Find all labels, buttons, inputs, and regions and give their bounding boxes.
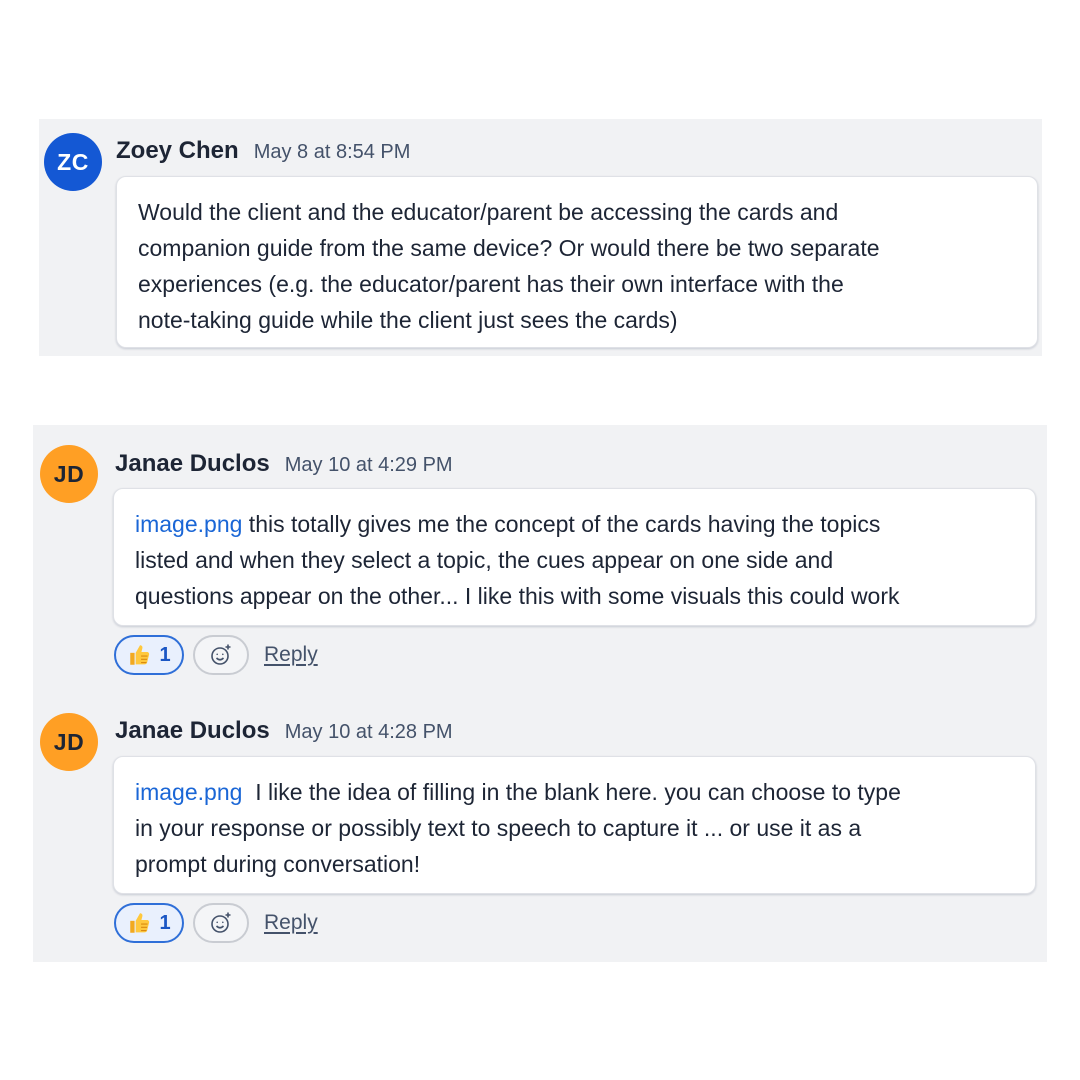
reaction-bar: 1 Reply <box>114 635 318 675</box>
message-line: listed and when they select a topic, the… <box>135 547 834 573</box>
thumbs-up-reaction[interactable]: 1 <box>114 903 184 943</box>
message-line: image.png I like the idea of filling in … <box>135 774 1015 810</box>
thumbs-up-icon <box>130 913 150 933</box>
author-name[interactable]: Janae Duclos <box>115 717 270 745</box>
add-emoji-icon <box>211 912 231 933</box>
author-name[interactable]: Zoey Chen <box>116 137 239 165</box>
message-text: I like the idea of filling in the blank … <box>242 779 901 805</box>
message-line: experiences (e.g. the educator/parent ha… <box>138 271 844 297</box>
reply-link[interactable]: Reply <box>264 643 318 667</box>
thumbs-up-icon <box>130 645 150 665</box>
message-line: note-taking guide while the client just … <box>138 307 678 333</box>
avatar[interactable]: JD <box>40 445 98 503</box>
reaction-count: 1 <box>159 911 171 934</box>
timestamp[interactable]: May 10 at 4:28 PM <box>285 721 453 744</box>
message-line: companion guide from the same device? Or… <box>138 235 880 261</box>
message-body: image.png this totally gives me the conc… <box>113 488 1036 626</box>
reaction-count: 1 <box>159 643 171 666</box>
message-header: Janae Duclos May 10 at 4:28 PM <box>115 717 453 745</box>
timestamp[interactable]: May 10 at 4:29 PM <box>285 454 453 477</box>
message-text: this totally gives me the concept of the… <box>242 511 881 537</box>
comment-panel: ZC Zoey Chen May 8 at 8:54 PM Would the … <box>39 119 1042 356</box>
author-name[interactable]: Janae Duclos <box>115 450 270 478</box>
avatar[interactable]: JD <box>40 713 98 771</box>
avatar[interactable]: ZC <box>44 133 102 191</box>
timestamp[interactable]: May 8 at 8:54 PM <box>254 141 411 164</box>
message-line: image.png this totally gives me the conc… <box>135 506 1015 542</box>
add-reaction-button[interactable] <box>193 903 249 943</box>
reaction-bar: 1 Reply <box>114 903 318 943</box>
message-line: questions appear on the other... I like … <box>135 583 900 609</box>
message-header: Janae Duclos May 10 at 4:29 PM <box>115 450 453 478</box>
add-reaction-button[interactable] <box>193 635 249 675</box>
message-line: Would the client and the educator/parent… <box>138 199 839 225</box>
message-body: image.png I like the idea of filling in … <box>113 756 1036 894</box>
message-header: Zoey Chen May 8 at 8:54 PM <box>116 137 410 165</box>
attachment-link[interactable]: image.png <box>135 511 242 537</box>
comment-panel: JD Janae Duclos May 10 at 4:29 PM image.… <box>33 425 1047 962</box>
message-line: in your response or possibly text to spe… <box>135 815 862 841</box>
add-emoji-icon <box>211 644 231 665</box>
thumbs-up-reaction[interactable]: 1 <box>114 635 184 675</box>
message-line: prompt during conversation! <box>135 851 421 877</box>
attachment-link[interactable]: image.png <box>135 779 242 805</box>
reply-link[interactable]: Reply <box>264 911 318 935</box>
message-body: Would the client and the educator/parent… <box>116 176 1038 348</box>
